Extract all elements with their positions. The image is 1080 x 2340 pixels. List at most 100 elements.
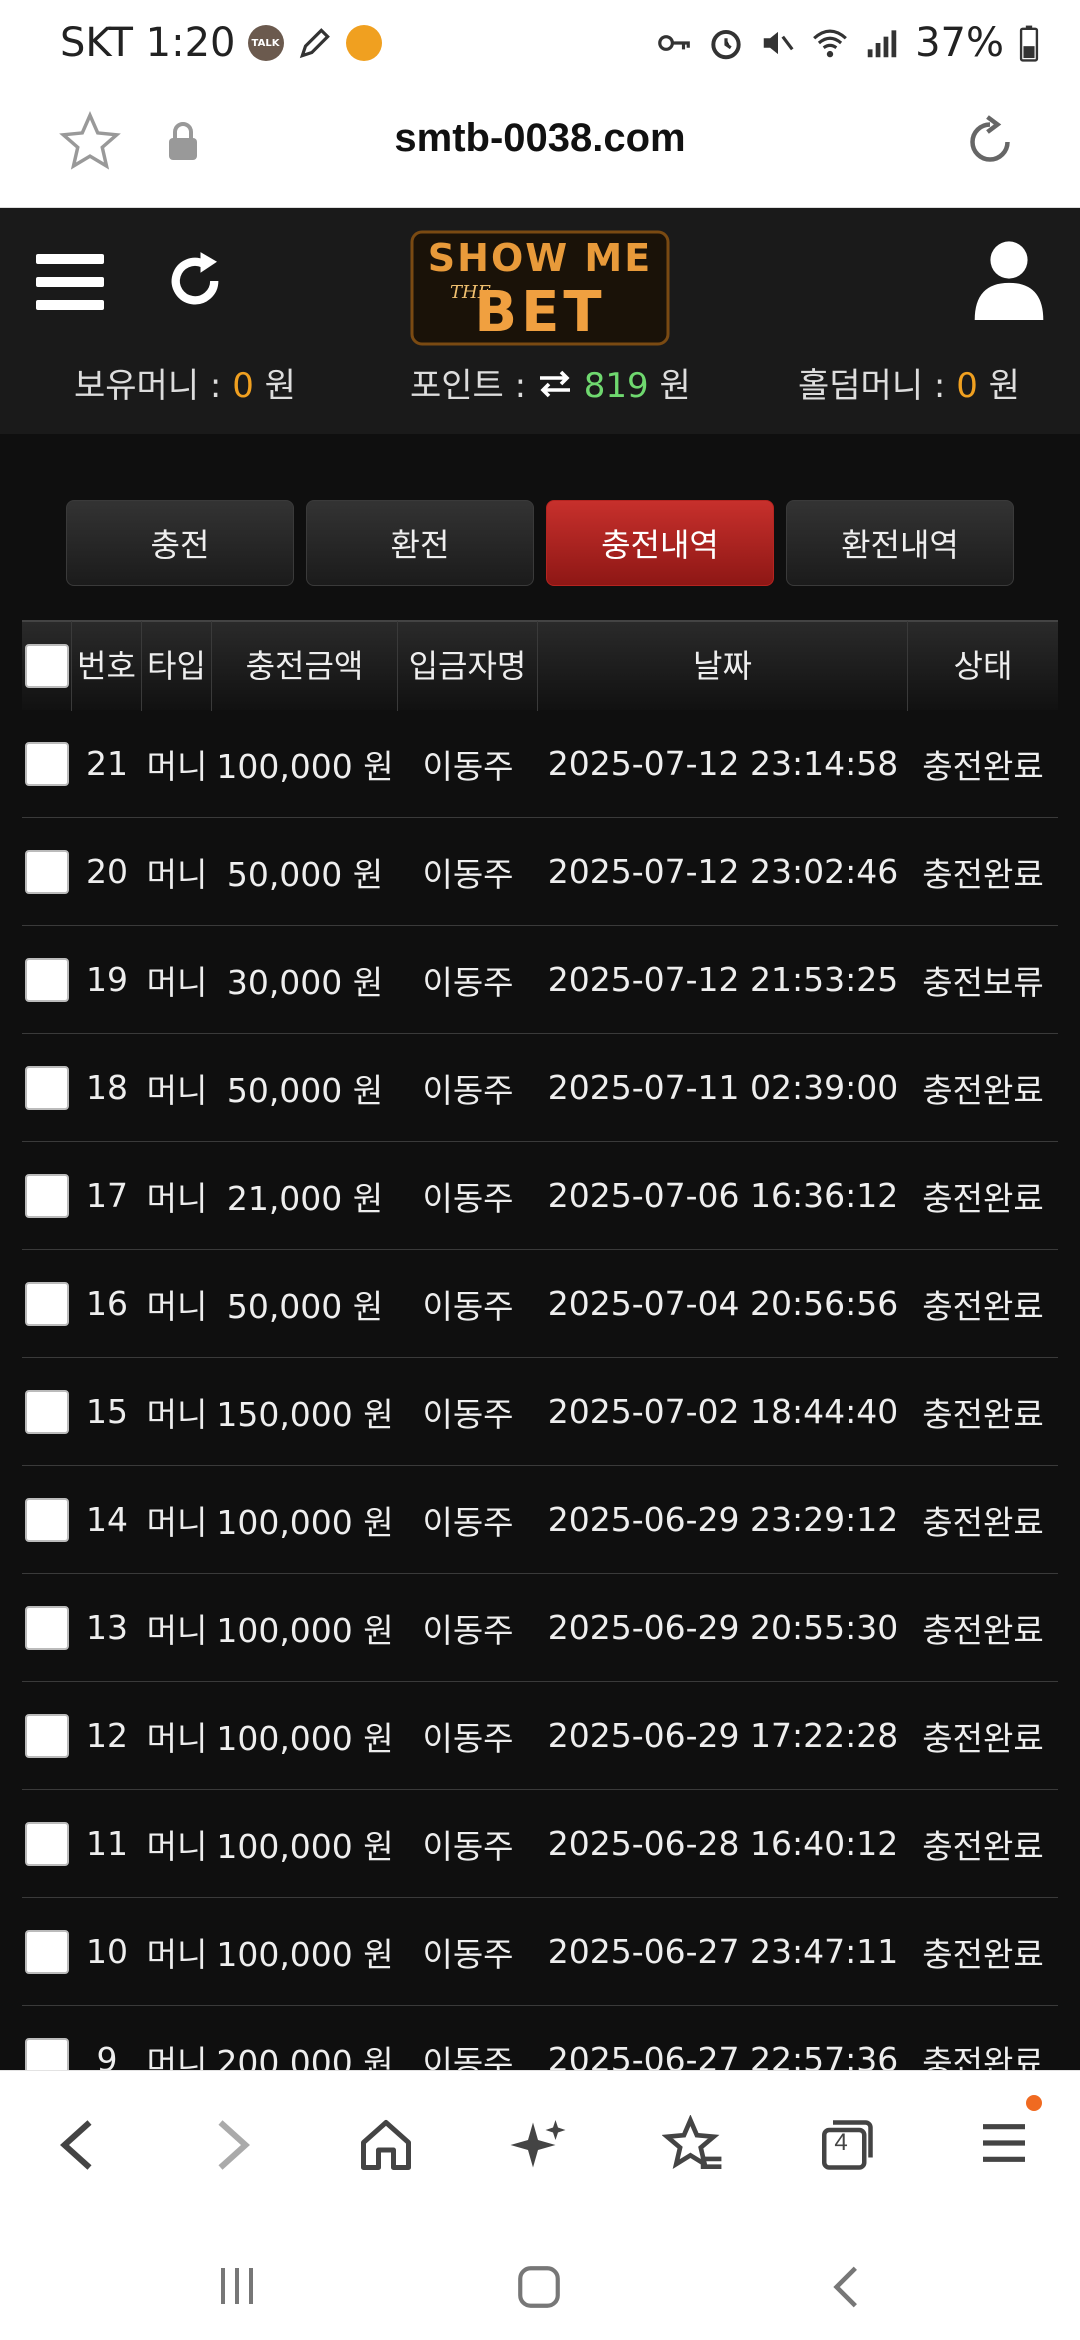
table-row[interactable]: 15 머니 150,000 원 이동주 2025-07-02 18:44:40 충전완료 bbox=[22, 1358, 1058, 1466]
tab-charge[interactable]: 충전 bbox=[66, 500, 294, 586]
header-type[interactable]: 타입 bbox=[142, 621, 212, 711]
cell-depositor: 이동주 bbox=[422, 2042, 514, 2071]
tabs-button[interactable]: 4 bbox=[818, 2115, 878, 2175]
cell-status: 충전완료 bbox=[922, 1394, 1044, 1434]
row-checkbox[interactable] bbox=[25, 1605, 69, 1650]
tab-charge-history[interactable]: 충전내역 bbox=[546, 500, 774, 586]
table-row[interactable]: 16 머니 50,000 원 이동주 2025-07-04 20:56:56 충전완료 bbox=[22, 1250, 1058, 1358]
back-arrow-icon[interactable] bbox=[52, 2115, 102, 2175]
row-checkbox[interactable] bbox=[25, 1713, 69, 1758]
reload-icon[interactable] bbox=[960, 112, 1020, 172]
table-row[interactable]: 14 머니 100,000 원 이동주 2025-06-29 23:29:12 충전완료 bbox=[22, 1466, 1058, 1574]
battery-icon bbox=[1019, 25, 1039, 62]
cell-amount: 100,000 원 bbox=[216, 1826, 394, 1866]
cell-status: 충전완료 bbox=[922, 1610, 1044, 1650]
status-left: SKT 1:20 TALK bbox=[60, 20, 382, 66]
exchange-arrows-icon[interactable] bbox=[537, 369, 573, 399]
cell-type: 머니 bbox=[146, 1610, 208, 1650]
cell-status: 충전보류 bbox=[922, 962, 1044, 1002]
menu-hamburger-icon[interactable] bbox=[36, 252, 104, 312]
row-checkbox-cell bbox=[22, 1173, 72, 1218]
row-checkbox[interactable] bbox=[25, 1173, 69, 1218]
tab-bar: 충전 환전 충전내역 환전내역 bbox=[66, 500, 1014, 586]
row-checkbox-cell bbox=[22, 1605, 72, 1650]
cell-status: 충전완료 bbox=[922, 746, 1044, 786]
battery-percent: 37% bbox=[915, 20, 1004, 66]
refresh-icon[interactable] bbox=[162, 248, 228, 314]
cell-type: 머니 bbox=[146, 962, 208, 1002]
home-icon[interactable] bbox=[356, 2115, 416, 2175]
url-text[interactable]: smtb-0038.com bbox=[0, 116, 1080, 161]
cell-no: 10 bbox=[86, 1932, 128, 1971]
cell-status: 충전완료 bbox=[922, 2042, 1044, 2071]
table-row[interactable]: 12 머니 100,000 원 이동주 2025-06-29 17:22:28 충전완료 bbox=[22, 1682, 1058, 1790]
row-checkbox[interactable] bbox=[25, 849, 69, 894]
row-checkbox[interactable] bbox=[25, 957, 69, 1002]
table-body: 21 머니 100,000 원 이동주 2025-07-12 23:14:58 충전완료 2… bbox=[22, 710, 1058, 2070]
cell-status: 충전완료 bbox=[922, 1718, 1044, 1758]
header-no[interactable]: 번호 bbox=[72, 621, 142, 711]
cell-type: 머니 bbox=[146, 1718, 208, 1758]
header-depositor[interactable]: 입금자명 bbox=[398, 621, 538, 711]
select-all-checkbox[interactable] bbox=[24, 644, 69, 688]
system-back-icon[interactable] bbox=[822, 2262, 872, 2312]
cell-depositor: 이동주 bbox=[422, 1070, 514, 1110]
header-amount[interactable]: 충전금액 bbox=[212, 621, 398, 711]
tab-exchange-history[interactable]: 환전내역 bbox=[786, 500, 1014, 586]
alarm-icon bbox=[711, 29, 741, 60]
table-row[interactable]: 20 머니 50,000 원 이동주 2025-07-12 23:02:46 충전완료 bbox=[22, 818, 1058, 926]
cell-depositor: 이동주 bbox=[422, 746, 514, 786]
more-menu-icon[interactable] bbox=[976, 2115, 1032, 2171]
row-checkbox[interactable] bbox=[25, 1497, 69, 1542]
cell-no: 20 bbox=[86, 852, 128, 891]
cell-no: 17 bbox=[86, 1176, 128, 1215]
point-balance[interactable]: 포인트 : 819 원 bbox=[410, 358, 691, 407]
holdem-unit: 원 bbox=[977, 366, 1020, 406]
cell-date: 2025-06-27 23:47:11 bbox=[547, 1932, 899, 1971]
table-row[interactable]: 13 머니 100,000 원 이동주 2025-06-29 20:55:30 충전완료 bbox=[22, 1574, 1058, 1682]
cell-amount: 50,000 원 bbox=[226, 1070, 384, 1110]
site-logo[interactable]: SHOW ME THE BET bbox=[410, 228, 670, 348]
header-date[interactable]: 날짜 bbox=[538, 621, 908, 711]
ai-sparkle-icon[interactable] bbox=[508, 2115, 568, 2175]
row-checkbox[interactable] bbox=[25, 1281, 69, 1326]
cell-depositor: 이동주 bbox=[422, 854, 514, 894]
table-row[interactable]: 19 머니 30,000 원 이동주 2025-07-12 21:53:25 충전보류 bbox=[22, 926, 1058, 1034]
user-account-icon[interactable] bbox=[974, 240, 1044, 320]
cell-amount: 30,000 원 bbox=[226, 962, 384, 1002]
row-checkbox[interactable] bbox=[25, 1929, 69, 1974]
cell-date: 2025-06-29 20:55:30 bbox=[547, 1608, 899, 1647]
cell-no: 12 bbox=[86, 1716, 128, 1755]
table-header: 번호 타입 충전금액 입금자명 날짜 상태 bbox=[22, 620, 1058, 711]
point-value: 819 bbox=[583, 366, 649, 406]
table-row[interactable]: 9 머니 200,000 원 이동주 2025-06-27 22:57:36 충전완료 bbox=[22, 2006, 1058, 2070]
row-checkbox-cell bbox=[22, 957, 72, 1002]
table-row[interactable]: 17 머니 21,000 원 이동주 2025-07-06 16:36:12 충전완료 bbox=[22, 1142, 1058, 1250]
browser-bottom-nav: 4 bbox=[0, 2070, 1080, 2220]
row-checkbox-cell bbox=[22, 741, 72, 786]
forward-arrow-icon[interactable] bbox=[208, 2115, 258, 2175]
cell-date: 2025-07-02 18:44:40 bbox=[547, 1392, 899, 1431]
recent-apps-icon[interactable] bbox=[212, 2262, 262, 2310]
row-checkbox[interactable] bbox=[25, 1821, 69, 1866]
row-checkbox[interactable] bbox=[25, 1065, 69, 1110]
tab-exchange[interactable]: 환전 bbox=[306, 500, 534, 586]
hamburger-line bbox=[36, 277, 104, 287]
row-checkbox[interactable] bbox=[25, 1389, 69, 1434]
table-row[interactable]: 18 머니 50,000 원 이동주 2025-07-11 02:39:00 충전완료 bbox=[22, 1034, 1058, 1142]
header-status[interactable]: 상태 bbox=[908, 621, 1058, 711]
row-checkbox-cell bbox=[22, 1281, 72, 1326]
android-nav-bar bbox=[0, 2220, 1080, 2340]
charge-history-table: 번호 타입 충전금액 입금자명 날짜 상태 21 머니 100,000 원 이동주 20… bbox=[22, 620, 1058, 2070]
point-label: 포인트 : bbox=[410, 366, 537, 406]
row-checkbox[interactable] bbox=[25, 741, 69, 786]
cell-depositor: 이동주 bbox=[422, 1826, 514, 1866]
cell-no: 11 bbox=[86, 1824, 128, 1863]
cell-amount: 100,000 원 bbox=[216, 746, 394, 786]
bookmarks-icon[interactable] bbox=[662, 2115, 724, 2177]
table-row[interactable]: 10 머니 100,000 원 이동주 2025-06-27 23:47:11 충전완료 bbox=[22, 1898, 1058, 2006]
table-row[interactable]: 11 머니 100,000 원 이동주 2025-06-28 16:40:12 충전완료 bbox=[22, 1790, 1058, 1898]
row-checkbox[interactable] bbox=[25, 2037, 69, 2070]
table-row[interactable]: 21 머니 100,000 원 이동주 2025-07-12 23:14:58 충전완료 bbox=[22, 710, 1058, 818]
home-button-icon[interactable] bbox=[514, 2262, 564, 2312]
